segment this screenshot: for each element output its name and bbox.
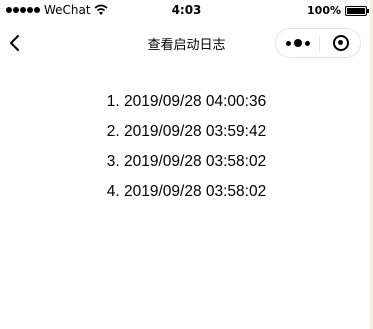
- battery-icon: [345, 5, 369, 16]
- more-dots-icon: [293, 39, 302, 47]
- battery-fill: [347, 7, 365, 14]
- more-button[interactable]: [276, 29, 319, 57]
- more-dots-icon: [304, 40, 310, 46]
- log-entry: 2. 2019/09/28 03:59:42: [106, 123, 267, 140]
- status-right: 100%: [307, 4, 369, 17]
- close-button[interactable]: [320, 29, 361, 57]
- target-close-icon: [332, 35, 349, 51]
- log-entry: 4. 2019/09/28 03:58:02: [106, 183, 267, 200]
- mini-program-capsule: [275, 28, 361, 58]
- startup-log-list: 1. 2019/09/28 04:00:36 2. 2019/09/28 03:…: [0, 90, 373, 210]
- battery-percent: 100%: [307, 4, 341, 17]
- navigation-bar: 查看启动日志: [0, 22, 373, 66]
- more-dots-icon: [285, 40, 291, 46]
- log-entry: 3. 2019/09/28 03:58:02: [106, 153, 267, 170]
- status-bar: WeChat 4:03 100%: [0, 0, 373, 22]
- log-entry: 1. 2019/09/28 04:00:36: [106, 93, 267, 110]
